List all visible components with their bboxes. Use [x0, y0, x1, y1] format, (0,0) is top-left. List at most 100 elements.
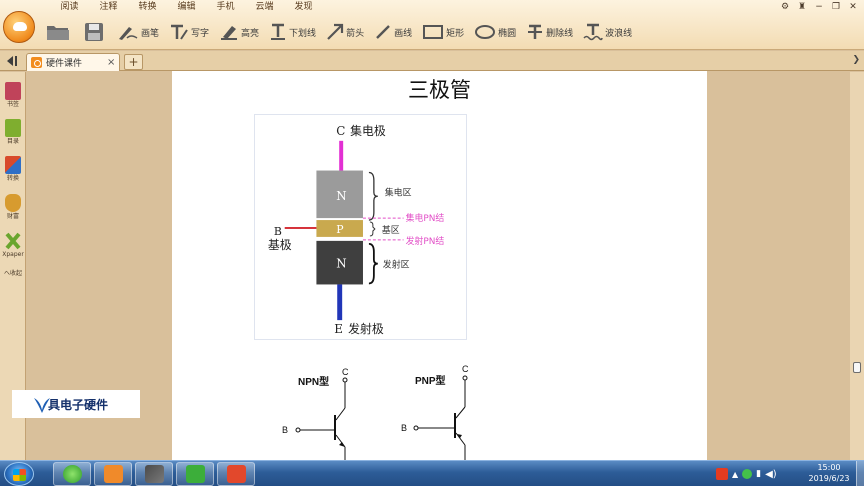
- transistor-symbols: NPN型 C B PNP型 C B: [282, 364, 469, 460]
- windows-logo-icon: [13, 469, 26, 481]
- skin-icon[interactable]: ♜: [795, 2, 809, 12]
- arrow-tool[interactable]: 箭头: [321, 19, 369, 45]
- save-button[interactable]: [78, 19, 112, 45]
- sidebar-toggle-icon[interactable]: [6, 55, 19, 67]
- clock-date: 2019/6/23: [808, 474, 850, 483]
- taskbar-app-green-c[interactable]: [176, 462, 214, 486]
- strikethrough-icon: [528, 24, 543, 39]
- wavyline-label: 波浪线: [605, 28, 633, 39]
- show-desktop-button[interactable]: [856, 461, 864, 486]
- vertical-scrollbar[interactable]: [850, 72, 864, 460]
- sidebar-label: 目录: [6, 138, 19, 145]
- highlight-tool[interactable]: 高亮: [214, 19, 264, 45]
- maximize-icon[interactable]: ❐: [829, 2, 843, 12]
- tab-label: 硬件课件: [46, 59, 83, 69]
- collector-region-brace: [368, 171, 378, 221]
- collector-lead: [339, 140, 344, 171]
- line-tool[interactable]: 画线: [369, 19, 417, 45]
- base-label: 基极: [268, 238, 292, 252]
- tab-document[interactable]: 硬件课件 ×: [26, 53, 120, 71]
- books-icon: [145, 465, 164, 483]
- pnp-collector-terminal: [462, 375, 468, 381]
- tab-scroll-right-icon[interactable]: ❯: [852, 55, 860, 65]
- volume-icon[interactable]: ◀): [765, 469, 777, 480]
- emitter-junction-label: 发射PN结: [406, 235, 445, 247]
- menu-mobile[interactable]: 手机: [206, 1, 245, 15]
- tab-close-icon[interactable]: ×: [107, 57, 119, 68]
- document-tab-icon: [31, 57, 42, 68]
- windows-taskbar: ▲ ▮ ◀) 15:00 2019/6/23: [0, 460, 864, 486]
- emitter-lead: [337, 284, 343, 321]
- taskbar-app-books[interactable]: [135, 462, 173, 486]
- minimize-icon[interactable]: −: [812, 2, 826, 12]
- taskbar-app-browser[interactable]: [53, 462, 91, 486]
- sidebar-label: Xpaper: [2, 251, 24, 258]
- write-label: 写字: [191, 28, 210, 39]
- base-letter: B: [274, 225, 282, 238]
- app-header: 阅读 注释 转换 编辑 手机 云端 发现 ⚙ ♜ − ❐ ✕ 画笔 写字 高亮 …: [0, 0, 864, 50]
- menu-annotate[interactable]: 注释: [89, 1, 128, 15]
- app-logo[interactable]: [3, 11, 35, 43]
- xpaper-icon: [5, 232, 21, 250]
- toc-icon: [5, 119, 21, 137]
- ime-icon[interactable]: [716, 468, 728, 480]
- npn-emitter-arrow: [339, 442, 345, 447]
- emitter-letter: E: [334, 322, 343, 336]
- bird-logo-icon: [34, 398, 50, 413]
- window-controls: ⚙ ♜ − ❐ ✕: [778, 2, 860, 12]
- start-button[interactable]: [4, 462, 34, 486]
- write-tool[interactable]: 写字: [164, 19, 214, 45]
- taskbar-app-pdf[interactable]: [94, 462, 132, 486]
- p-letter: P: [336, 223, 343, 236]
- pen-tool[interactable]: 画笔: [112, 19, 164, 45]
- arrow-label: 箭头: [346, 28, 365, 39]
- menu-read[interactable]: 阅读: [50, 1, 89, 15]
- scrollbar-thumb[interactable]: [853, 362, 861, 373]
- network-icon[interactable]: ▮: [756, 469, 761, 479]
- convert-icon: [5, 156, 21, 174]
- pnp-base-terminal: [413, 425, 419, 431]
- channel-watermark: 具电子硬件: [12, 390, 140, 418]
- collector-label: 集电极: [350, 124, 386, 138]
- taskbar-app-red-c[interactable]: [217, 462, 255, 486]
- sidebar-item-toc[interactable]: 目录: [0, 119, 26, 146]
- menu-convert[interactable]: 转换: [128, 1, 167, 15]
- sidebar-item-xpaper[interactable]: Xpaper: [0, 232, 26, 259]
- strikethrough-tool[interactable]: 删除线: [521, 19, 578, 45]
- menu-edit[interactable]: 编辑: [167, 1, 206, 15]
- sidebar-item-wealth[interactable]: 财富: [0, 194, 26, 221]
- pen-icon: [119, 27, 138, 40]
- sidebar-item-bookmark[interactable]: 书签: [0, 82, 26, 109]
- rectangle-tool[interactable]: 矩形: [417, 19, 469, 45]
- close-icon[interactable]: ✕: [846, 2, 860, 12]
- pen-label: 画笔: [141, 28, 160, 39]
- watermark-text: 具电子硬件: [48, 397, 109, 412]
- bookmark-icon: [5, 82, 21, 100]
- pnp-collector-diag: [455, 406, 466, 419]
- system-clock[interactable]: 15:00 2019/6/23: [806, 462, 852, 484]
- menu-discover[interactable]: 发现: [284, 1, 323, 15]
- tray-expand-icon[interactable]: ▲: [732, 470, 738, 479]
- rectangle-icon: [423, 25, 444, 39]
- sidebar-label: 书签: [6, 101, 19, 108]
- wavyline-tool[interactable]: 波浪线: [578, 19, 637, 45]
- open-file-button[interactable]: [40, 19, 78, 45]
- sidebar-item-convert[interactable]: 转换: [0, 156, 26, 183]
- new-tab-button[interactable]: +: [124, 54, 143, 70]
- ellipse-icon: [475, 25, 496, 39]
- sidebar-collapse-button[interactable]: へ收起: [0, 269, 26, 278]
- base-region-label: 基区: [382, 224, 400, 236]
- menu-cloud[interactable]: 云端: [245, 1, 284, 15]
- ellipse-tool[interactable]: 椭圆: [469, 19, 521, 45]
- update-icon[interactable]: [742, 469, 753, 479]
- npn-label: NPN型: [298, 375, 329, 388]
- clock-time: 15:00: [817, 463, 841, 472]
- browser-icon: [63, 465, 82, 483]
- underline-tool[interactable]: 下划线: [264, 19, 321, 45]
- emitter-region-label: 发射区: [383, 259, 410, 271]
- line-icon: [376, 25, 390, 39]
- emitter-label: 发射极: [348, 322, 384, 336]
- underline-label: 下划线: [289, 28, 317, 39]
- settings-icon[interactable]: ⚙: [778, 2, 792, 12]
- highlighter-icon: [221, 26, 238, 40]
